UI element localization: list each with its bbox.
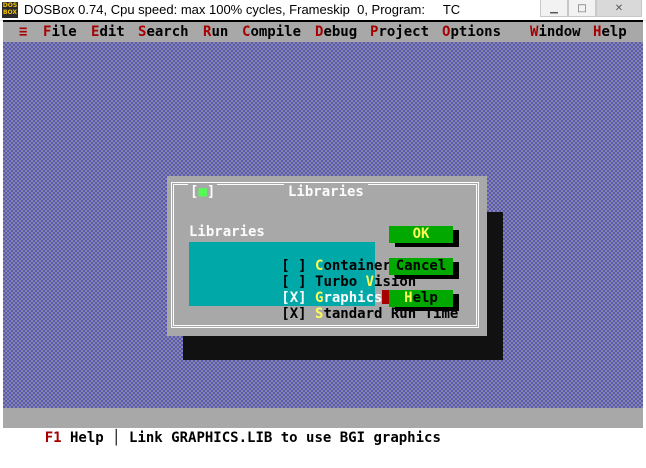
menu-debug-label: ebug [323,24,358,40]
libraries-checkbox-list: [ ] Container Class [ ] Turbo Vision [X]… [189,242,458,322]
minimize-icon: ▁ [550,2,558,14]
close-icon: ✕ [614,2,624,14]
menu-compile-label: ompile [250,24,302,40]
menu-bar: ≡ File Edit Search Run Compile Debug Pro… [3,22,643,42]
libraries-group-label: Libraries [189,224,265,240]
cancel-button[interactable]: Cancel [389,258,453,275]
system-menu-icon: ≡ [19,24,28,40]
menu-run[interactable]: Run [203,22,228,42]
checkbox-turbo-vision[interactable]: [ ] Turbo Vision [197,258,416,290]
maximize-icon: □ [577,2,587,14]
help-button-label: elp [412,290,438,306]
close-icon: ■ [198,184,207,200]
status-divider: │ [112,430,121,446]
close-window-button[interactable]: ✕ [596,0,642,17]
maximize-button[interactable]: □ [568,0,596,17]
minimize-button[interactable]: ▁ [540,0,568,17]
ok-button-shadow-bottom [395,243,459,247]
menu-help[interactable]: Help [593,22,627,42]
menu-options[interactable]: Options [442,22,501,42]
ide-desktop: [■] Libraries Libraries [ ] Container Cl… [3,42,643,408]
close-bracket-right: ] [206,184,216,200]
window-controls: ▁ □ ✕ [540,0,642,17]
system-menu[interactable]: ≡ [19,22,27,42]
help-button-hotkey: H [404,290,413,306]
menu-file-label: ile [51,24,77,40]
help-button[interactable]: Help [389,290,453,307]
window-title: DOSBox 0.74, Cpu speed: max 100% cycles,… [24,2,461,17]
menu-search[interactable]: Search [138,22,189,42]
ok-button[interactable]: OK [389,226,453,243]
dosbox-app-icon[interactable]: DOS BOX [2,2,18,18]
dialog-close-button[interactable]: [■] [188,183,218,201]
menu-options-label: ptions [450,24,502,40]
status-key: F1 [44,430,62,446]
menu-search-label: earch [146,24,189,40]
status-f1-help[interactable]: F1 Help [37,430,112,446]
dialog-title: Libraries [284,183,368,201]
menu-compile[interactable]: Compile [242,22,301,42]
status-line: F1 Help │ Link GRAPHICS.LIB to use BGI g… [3,408,643,446]
menu-file[interactable]: File [43,22,77,42]
menu-window-label: indow [538,24,581,40]
checkbox-box: [X] [281,306,316,322]
menu-project-label: roject [378,24,430,40]
status-key-label: Help [61,430,113,446]
cancel-button-shadow-bottom [395,275,459,279]
libraries-dialog: [■] Libraries Libraries [ ] Container Cl… [167,176,487,336]
menu-project[interactable]: Project [370,22,429,42]
status-message: Link GRAPHICS.LIB to use BGI graphics [120,430,441,446]
menu-edit[interactable]: Edit [91,22,125,42]
menu-window[interactable]: Window [530,22,581,42]
menu-debug[interactable]: Debug [315,22,357,42]
menu-help-label: elp [601,24,627,40]
dos-screen: ≡ File Edit Search Run Compile Debug Pro… [3,20,643,446]
menu-run-label: un [211,24,229,40]
menu-edit-label: dit [99,24,125,40]
window-titlebar: DOS BOX DOSBox 0.74, Cpu speed: max 100%… [0,0,646,21]
help-button-shadow-bottom [395,307,459,311]
